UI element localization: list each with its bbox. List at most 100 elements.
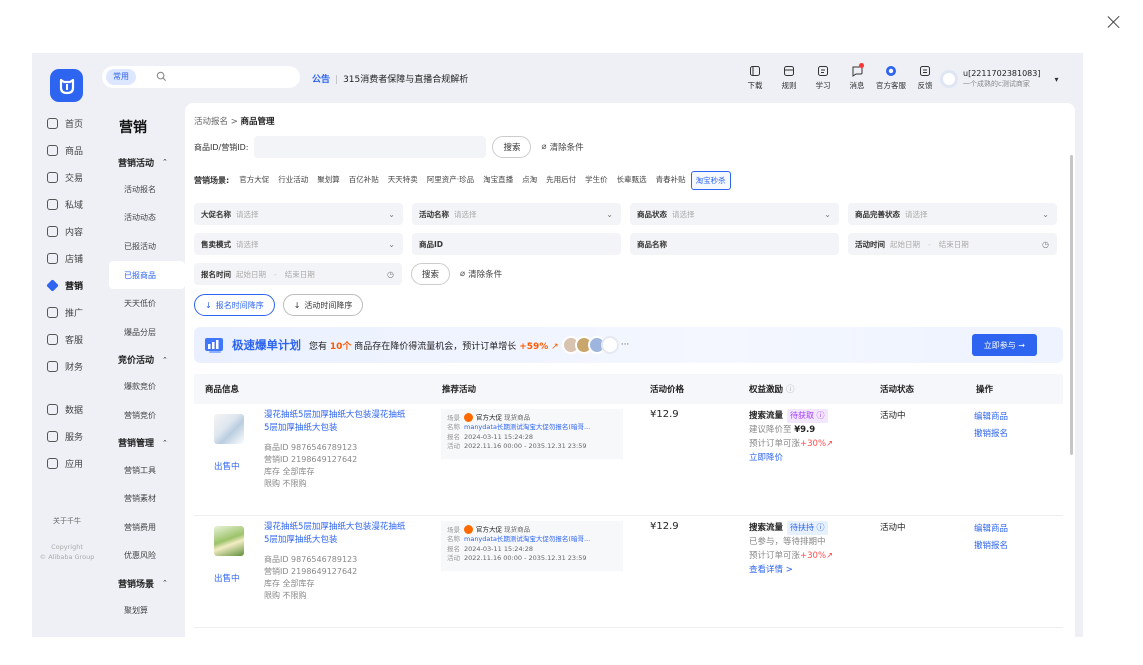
sort-signup-time[interactable]: ↓ 报名时间降序 xyxy=(194,294,275,316)
subnav-group[interactable]: 营销管理 ⌃ xyxy=(109,430,185,456)
activity-name[interactable]: manydata长期测试淘宝大促勿报名(暗哥... xyxy=(464,535,590,543)
start-date[interactable]: 起始日期 xyxy=(890,239,920,250)
about-link[interactable]: 关于千牛 xyxy=(32,516,102,526)
nav-item-6[interactable]: 营销 xyxy=(32,272,102,299)
scene-chip[interactable]: 官方大促 xyxy=(235,171,273,190)
nav-icon xyxy=(47,253,58,264)
filter-select[interactable]: 商品完善状态 请选择 ⌄ xyxy=(848,203,1057,225)
subnav-item[interactable]: 爆款竞价 xyxy=(109,373,185,402)
search-button[interactable]: 搜索 xyxy=(492,136,532,158)
tool-learn[interactable]: 学习 xyxy=(806,65,840,93)
close-icon[interactable] xyxy=(1104,12,1124,32)
tool-service[interactable]: 官方客服 xyxy=(874,65,908,93)
signup-time-range[interactable]: 报名时间 起始日期 - 结束日期 ◷ xyxy=(194,263,402,285)
tool-feedback[interactable]: 反馈 xyxy=(908,65,942,93)
scene-chip[interactable]: 学生价 xyxy=(581,171,612,190)
scene-chip[interactable]: 淘宝秒杀 xyxy=(690,171,731,190)
product-image[interactable] xyxy=(214,414,244,444)
scene-chip[interactable]: 百亿补贴 xyxy=(345,171,383,190)
nav-item-3[interactable]: 私域 xyxy=(32,191,102,218)
nav-item-9[interactable]: 财务 xyxy=(32,353,102,380)
tool-rules[interactable]: 规则 xyxy=(772,65,806,93)
subnav-item[interactable]: 营销费用 xyxy=(109,513,185,542)
start-date[interactable]: 起始日期 xyxy=(236,269,266,280)
benefit-pill[interactable]: 待扶持 ⓘ xyxy=(787,521,828,535)
edit-product-link[interactable]: 编辑商品 xyxy=(974,409,1008,426)
app-logo[interactable] xyxy=(50,69,83,102)
scene-chip[interactable]: 点淘 xyxy=(518,171,541,190)
tool-download[interactable]: 下载 xyxy=(738,65,772,93)
scene-chip[interactable]: 长辈甄选 xyxy=(613,171,651,190)
nav-item-2[interactable]: 交易 xyxy=(32,164,102,191)
nav-item-4[interactable]: 内容 xyxy=(32,218,102,245)
scene-chip[interactable]: 天天特卖 xyxy=(384,171,422,190)
search-icon[interactable] xyxy=(156,71,167,82)
scene-chip[interactable]: 阿里资产·珍品 xyxy=(423,171,478,190)
product-title[interactable]: 漫花抽纸5层加厚抽纸大包装漫花抽纸5层加厚抽纸大包装 xyxy=(264,521,409,547)
product-image[interactable] xyxy=(214,526,244,556)
product-name-input[interactable]: 商品名称 xyxy=(630,233,839,255)
subnav-item[interactable]: 营销素材 xyxy=(109,484,185,513)
subnav-item[interactable]: 聚划算 xyxy=(109,596,185,625)
more-icon[interactable]: ··· xyxy=(621,340,630,350)
subnav-item[interactable]: 优惠风险 xyxy=(109,542,185,571)
subnav-group[interactable]: 营销活动 ⌃ xyxy=(109,149,185,175)
filter-select[interactable]: 商品状态 请选择 ⌄ xyxy=(630,203,839,225)
scene-chip[interactable]: 青春补贴 xyxy=(652,171,690,190)
nav-item-11[interactable]: 服务 xyxy=(32,423,102,450)
breadcrumb-parent[interactable]: 活动报名 xyxy=(194,117,228,127)
activity-name[interactable]: manydata长期测试淘宝大促勿报名(暗哥... xyxy=(464,423,590,431)
nav-item-10[interactable]: 数据 xyxy=(32,396,102,423)
subnav-group[interactable]: 营销场景 ⌃ xyxy=(109,570,185,596)
subnav-group[interactable]: 竞价活动 ⌃ xyxy=(109,347,185,373)
end-date[interactable]: 结束日期 xyxy=(939,239,969,250)
benefit-action-link[interactable]: 查看详情 > xyxy=(749,565,793,575)
edit-product-link[interactable]: 编辑商品 xyxy=(974,521,1008,538)
filter-select[interactable]: 大促名称 请选择 ⌄ xyxy=(194,203,403,225)
nav-item-12[interactable]: 应用 xyxy=(32,450,102,477)
nav-item-8[interactable]: 客服 xyxy=(32,326,102,353)
nav-item-0[interactable]: 首页 xyxy=(32,110,102,137)
product-meta: 商品ID 9876546789123 营销ID 2198649127642 库存 全… xyxy=(264,554,357,602)
chevron-down-icon[interactable]: ▾ xyxy=(1054,75,1058,84)
info-icon[interactable]: ⓘ xyxy=(786,385,795,395)
subnav-item[interactable]: 爆品分层 xyxy=(109,318,185,347)
nav-item-7[interactable]: 推广 xyxy=(32,299,102,326)
nav-item-1[interactable]: 商品 xyxy=(32,137,102,164)
clear-button[interactable]: ⌀ 清除条件 xyxy=(541,141,583,153)
user-menu[interactable]: u[2211702381083] 一个成熟的c测试商家 ▾ xyxy=(940,67,1059,91)
search-button-2[interactable]: 搜索 xyxy=(411,263,451,285)
scrollbar[interactable] xyxy=(1070,155,1073,455)
benefit-action-link[interactable]: 立即降价 xyxy=(749,453,783,463)
subnav-item[interactable]: 已报商品 xyxy=(109,260,185,290)
common-tag[interactable]: 常用 xyxy=(106,69,136,85)
sale-mode-select[interactable]: 售卖模式 请选择 ⌄ xyxy=(194,233,403,255)
scene-chip[interactable]: 淘宝直播 xyxy=(479,171,517,190)
scene-chip[interactable]: 聚划算 xyxy=(313,171,344,190)
subnav-item[interactable]: 营销竞价 xyxy=(109,401,185,430)
filter-select[interactable]: 活动名称 请选择 ⌄ xyxy=(412,203,621,225)
tool-message[interactable]: 消息 xyxy=(840,63,874,93)
product-id-input[interactable]: 商品ID xyxy=(412,233,621,255)
notice-bar[interactable]: 公告 | 315消费者保障与直播合规解析 xyxy=(312,72,468,85)
id-input[interactable] xyxy=(254,136,487,158)
global-search[interactable]: 常用 xyxy=(102,66,300,88)
subnav-item[interactable]: 活动报名 xyxy=(109,175,185,204)
subnav-item[interactable]: 活动动态 xyxy=(109,204,185,233)
nav-item-5[interactable]: 店铺 xyxy=(32,245,102,272)
subnav-item[interactable]: 天天低价 xyxy=(109,289,185,318)
product-title[interactable]: 漫花抽纸5层加厚抽纸大包装漫花抽纸5层加厚抽纸大包装 xyxy=(264,409,409,435)
cancel-signup-link[interactable]: 撤销报名 xyxy=(974,426,1008,443)
cancel-signup-link[interactable]: 撤销报名 xyxy=(974,538,1008,555)
scene-chip[interactable]: 行业活动 xyxy=(274,171,312,190)
end-date[interactable]: 结束日期 xyxy=(285,269,315,280)
clear-button-2[interactable]: ⌀ 清除条件 xyxy=(460,268,502,280)
subnav-item[interactable]: 已报活动 xyxy=(109,232,185,261)
benefit-pill[interactable]: 待获取 ⓘ xyxy=(787,409,828,423)
activity-time-range[interactable]: 活动时间 起始日期 - 结束日期 ◷ xyxy=(848,233,1057,255)
notice-text[interactable]: 315消费者保障与直播合规解析 xyxy=(343,75,468,85)
sort-activity-time[interactable]: ↓ 活动时间降序 xyxy=(282,294,364,316)
subnav-item[interactable]: 营销工具 xyxy=(109,456,185,485)
scene-chip[interactable]: 先用后付 xyxy=(542,171,580,190)
join-now-button[interactable]: 立即参与 → xyxy=(971,334,1037,356)
